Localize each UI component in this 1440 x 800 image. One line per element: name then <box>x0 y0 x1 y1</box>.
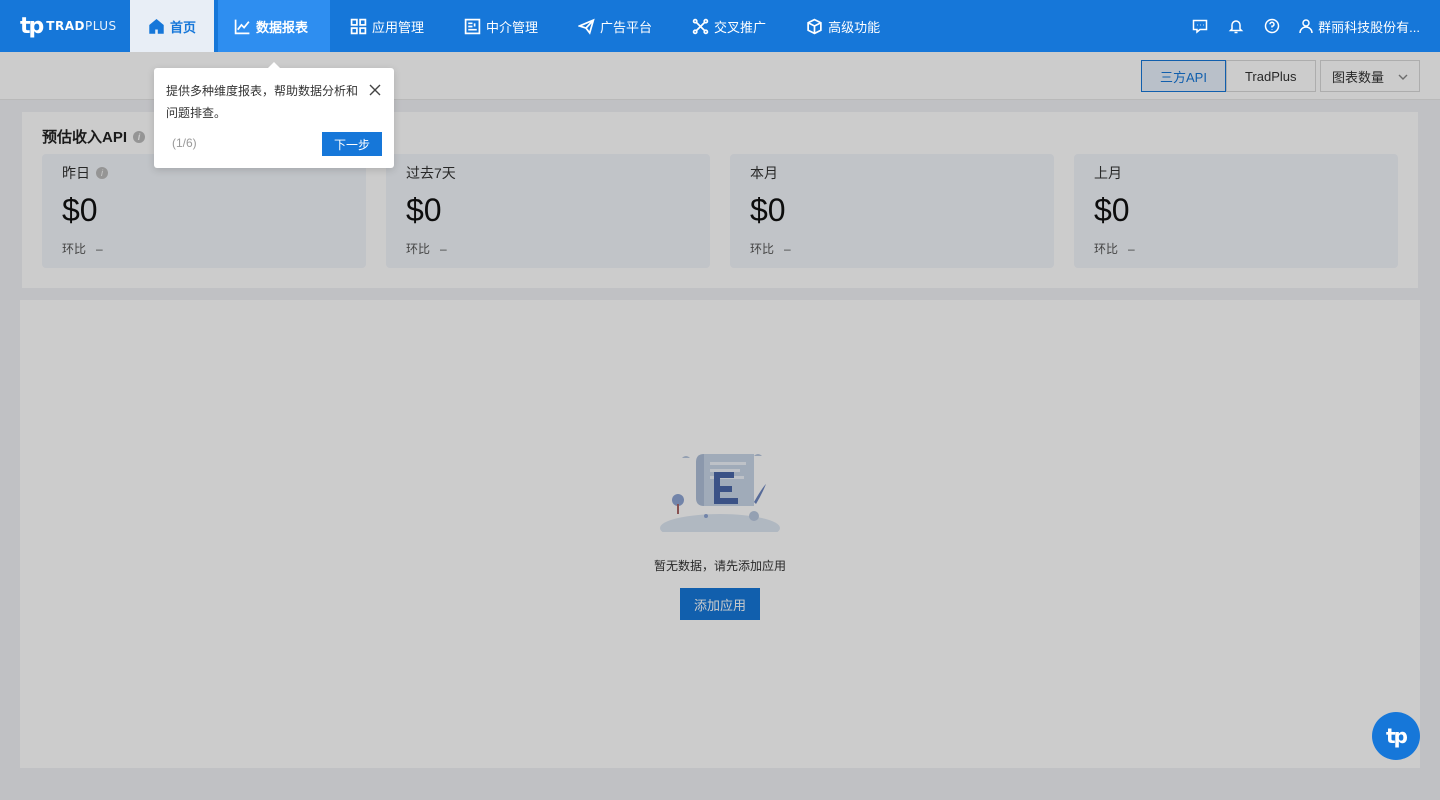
nav-home-label: 首页 <box>169 19 196 35</box>
top-nav-bar: tp TRADPLUS 首页 数据报表 应用管理 中介管理 广告平台 交叉推广 <box>0 0 1440 52</box>
paper-plane-icon <box>578 18 595 35</box>
help-icon <box>1264 18 1280 34</box>
nav-right-tools: 群丽科技股份有... <box>1182 0 1440 52</box>
tour-tooltip-text: 提供多种维度报表，帮助数据分析和问题排查。 <box>166 84 359 120</box>
user-icon <box>1299 19 1313 34</box>
floating-button-logo: tp <box>1386 724 1408 748</box>
tradplus-logo[interactable]: tp TRADPLUS <box>0 0 130 52</box>
nav-cross-promo-label: 交叉推广 <box>714 19 767 35</box>
user-menu[interactable]: 群丽科技股份有... <box>1298 17 1420 36</box>
nav-advanced-label: 高级功能 <box>828 19 881 35</box>
nav-apps[interactable]: 应用管理 <box>330 0 444 52</box>
mediation-icon <box>464 18 481 34</box>
home-icon <box>149 18 164 34</box>
message-button[interactable] <box>1182 0 1218 52</box>
nav-reports[interactable]: 数据报表 <box>218 0 330 52</box>
cross-promo-icon <box>692 18 709 34</box>
apps-grid-icon <box>350 18 367 34</box>
nav-cross-promo[interactable]: 交叉推广 <box>672 0 786 52</box>
nav-apps-label: 应用管理 <box>372 19 425 35</box>
cube-icon <box>807 18 822 34</box>
tour-close-button[interactable] <box>368 83 382 97</box>
tour-step-indicator: (1/6) <box>172 136 197 150</box>
notification-button[interactable] <box>1218 0 1254 52</box>
nav-mediation-label: 中介管理 <box>486 19 539 35</box>
close-icon <box>369 84 381 96</box>
help-button[interactable] <box>1254 0 1290 52</box>
tour-next-button[interactable]: 下一步 <box>322 132 382 156</box>
nav-advanced[interactable]: 高级功能 <box>786 0 900 52</box>
floating-support-button[interactable]: tp <box>1372 712 1420 760</box>
nav-reports-label: 数据报表 <box>256 19 309 35</box>
nav-ad-platform[interactable]: 广告平台 <box>558 0 672 52</box>
tooltip-arrow <box>268 62 280 68</box>
nav-ad-platform-label: 广告平台 <box>600 19 653 35</box>
message-icon <box>1192 19 1208 34</box>
tour-tooltip: 提供多种维度报表，帮助数据分析和问题排查。 (1/6) 下一步 <box>154 62 394 168</box>
nav-home[interactable]: 首页 <box>130 0 214 52</box>
main-nav: 首页 数据报表 应用管理 中介管理 广告平台 交叉推广 高级功能 <box>130 0 900 52</box>
logo-text: TRADPLUS <box>46 19 117 33</box>
line-chart-icon <box>234 19 250 34</box>
logo-mark: tp <box>20 13 44 39</box>
user-name: 群丽科技股份有... <box>1318 19 1420 35</box>
bell-icon <box>1228 20 1244 34</box>
nav-mediation[interactable]: 中介管理 <box>444 0 558 52</box>
